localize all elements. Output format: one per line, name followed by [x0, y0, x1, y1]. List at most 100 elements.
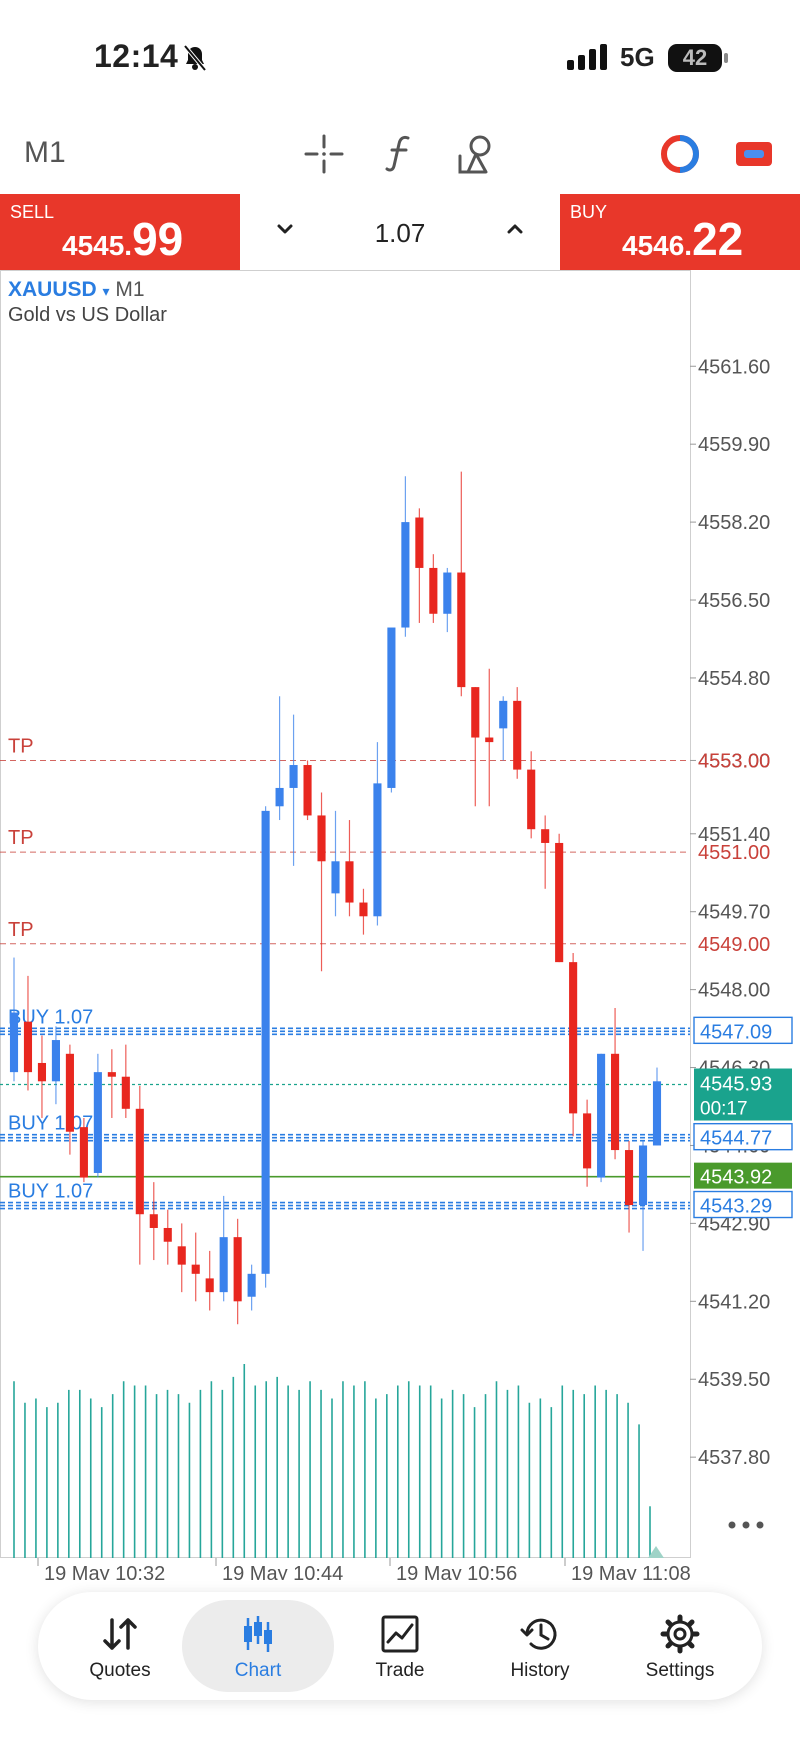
candle-body	[9, 1012, 19, 1073]
timeframe-button[interactable]: M1	[24, 136, 66, 170]
buy-level-label: BUY 1.07	[8, 1006, 93, 1028]
x-tick-label: 19 May 10:56	[396, 1563, 517, 1580]
candle-body	[555, 842, 564, 963]
candle-body	[652, 1081, 662, 1146]
y-tick-label: 4556.50	[698, 590, 770, 612]
candle-body	[303, 765, 312, 816]
y-tick-label: 4559.90	[698, 434, 770, 456]
chevron-up-icon[interactable]	[502, 216, 528, 242]
tp-price-tag: 4553.00	[698, 750, 770, 772]
candle-body	[485, 737, 494, 743]
candle-body	[583, 1113, 592, 1169]
crosshair-icon[interactable]	[304, 132, 344, 176]
y-tick-label: 4537.80	[698, 1447, 770, 1469]
trade-chart-icon	[381, 1615, 419, 1653]
candle-body	[499, 700, 508, 729]
candle-body	[331, 861, 340, 894]
nav-history[interactable]: History	[470, 1592, 610, 1700]
cellular-signal-icon	[567, 44, 607, 70]
tp-level-label: TP	[8, 919, 34, 941]
quotes-arrows-icon	[103, 1618, 137, 1650]
candle-body	[527, 769, 536, 830]
x-tick-label: 19 May 10:32	[44, 1563, 165, 1580]
candle-body	[457, 572, 466, 688]
more-options-icon[interactable]	[726, 1515, 766, 1535]
current-price-tag: 4545.93	[700, 1074, 772, 1096]
candle-body	[415, 517, 424, 568]
buy-price-tag: 4543.29	[700, 1196, 772, 1218]
sell-price-main: 4545.	[62, 230, 133, 261]
candle-countdown: 00:17	[700, 1099, 748, 1120]
chart-candles-icon	[244, 1616, 272, 1652]
candle-body	[121, 1076, 130, 1109]
x-tick-label: 19 May 10:44	[222, 1563, 343, 1580]
y-tick-label: 4539.50	[698, 1369, 770, 1391]
candle-body	[289, 765, 298, 788]
one-click-trade-panel: SELL 4545.99 1.07 BUY 4546.22	[0, 194, 800, 271]
objects-shapes-icon[interactable]	[456, 132, 496, 176]
candle-body	[205, 1278, 214, 1293]
silent-bell-icon	[183, 44, 207, 72]
candle-body	[107, 1072, 116, 1077]
candle-body	[23, 1021, 33, 1073]
candle-body	[541, 829, 550, 843]
candle-body	[401, 522, 410, 628]
candle-body	[247, 1273, 256, 1297]
nav-settings[interactable]: Settings	[610, 1592, 750, 1700]
candle-body	[135, 1108, 144, 1215]
candle-body	[233, 1237, 242, 1302]
network-type: 5G	[620, 42, 655, 72]
buy-price-tag: 4544.77	[700, 1128, 772, 1150]
buy-level-label: BUY 1.07	[8, 1181, 93, 1203]
chart-toolbar: M1	[0, 120, 800, 192]
nav-settings-label: Settings	[645, 1660, 715, 1681]
settings-gear-icon	[660, 1614, 700, 1654]
history-clock-icon	[520, 1618, 557, 1650]
nav-history-label: History	[510, 1660, 570, 1681]
trade-panel-toggle-icon[interactable]	[734, 132, 774, 176]
candle-body	[37, 1062, 47, 1082]
y-tick-label: 4541.20	[698, 1291, 770, 1313]
indicators-function-icon[interactable]	[382, 132, 418, 176]
candle-body	[191, 1264, 200, 1274]
y-tick-label: 4548.00	[698, 980, 770, 1002]
nav-quotes-label: Quotes	[89, 1660, 151, 1681]
chart-canvas[interactable]: 4561.60 4559.90 4558.20 4556.50 4554.80 4553.…	[0, 270, 800, 1580]
candle-body	[149, 1214, 158, 1228]
candle-body	[387, 627, 396, 788]
nav-chart-label: Chart	[234, 1660, 282, 1681]
sell-price-pips: 99	[132, 213, 184, 265]
candle-body	[65, 1053, 74, 1132]
symbol-name: XAUUSD	[8, 278, 97, 301]
status-bar: 12:14 5G 42	[0, 0, 800, 110]
candle-body	[275, 787, 284, 807]
chart-symbol-label[interactable]: XAUUSD ▾ M1	[8, 278, 145, 302]
symbol-dropdown-icon[interactable]: ▾	[103, 283, 110, 299]
buy-button[interactable]: BUY 4546.22	[560, 194, 800, 270]
candle-body	[219, 1237, 228, 1293]
candle-body	[359, 902, 368, 917]
nav-quotes[interactable]: Quotes	[50, 1592, 190, 1700]
sell-button[interactable]: SELL 4545.99	[0, 194, 240, 270]
symbol-timeframe: M1	[115, 278, 145, 301]
price-chart[interactable]: 4561.60 4559.90 4558.20 4556.50 4554.80 4553.…	[0, 270, 800, 1580]
y-tick-label: 4558.20	[698, 512, 770, 534]
nav-trade[interactable]: Trade	[330, 1592, 470, 1700]
candle-body	[471, 687, 480, 738]
bottom-navigation: Quotes Chart Trade History Settings	[38, 1592, 762, 1700]
buy-price-main: 4546.	[622, 230, 693, 261]
y-tick-label: 4549.70	[698, 902, 770, 924]
y-tick-label: 4554.80	[698, 668, 770, 690]
plot-border	[0, 270, 691, 1558]
candle-body	[177, 1246, 186, 1265]
tp-level-label: TP	[8, 735, 34, 757]
status-time: 12:14	[94, 38, 179, 74]
candle-body	[373, 783, 382, 917]
x-tick-label: 19 May 11:08	[571, 1563, 691, 1580]
tp-price-tag: 4549.00	[698, 934, 770, 956]
buy-price-pips: 22	[692, 213, 744, 265]
battery-level: 42	[682, 45, 708, 70]
buy-price-tag: 4547.09	[700, 1021, 772, 1043]
nav-chart[interactable]: Chart	[182, 1600, 334, 1692]
one-click-trading-icon[interactable]	[660, 132, 700, 176]
